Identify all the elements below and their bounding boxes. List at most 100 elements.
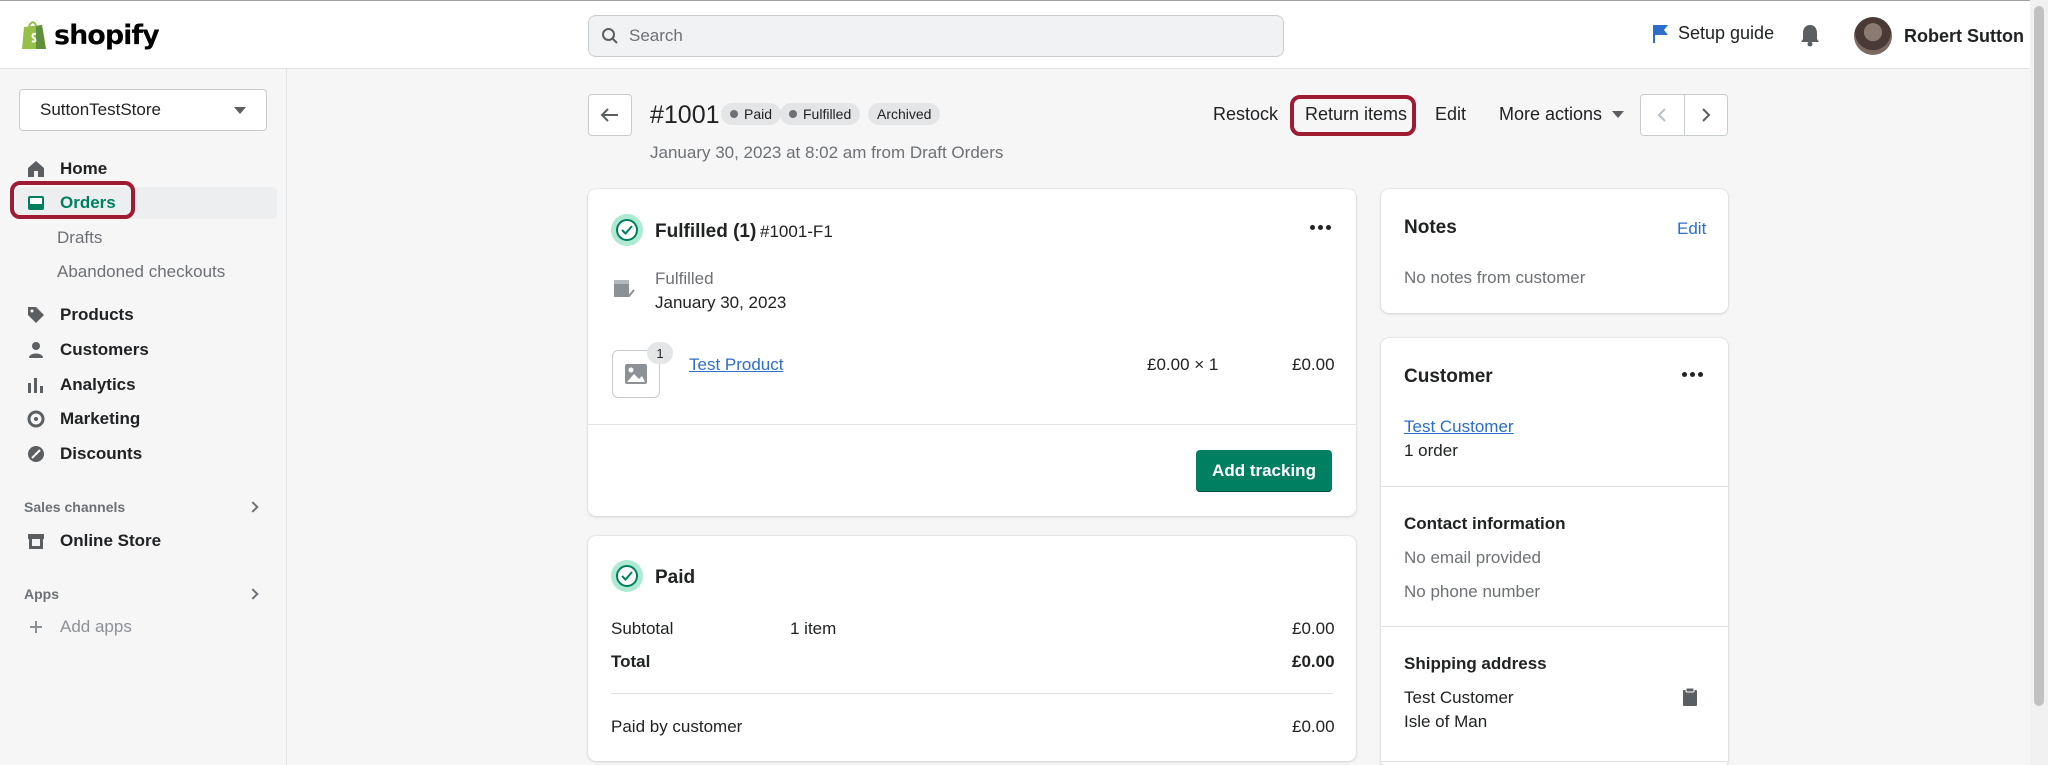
setup-guide-label: Setup guide: [1678, 23, 1775, 43]
customer-card: Customer Test Customer 1 order Contact i…: [1381, 338, 1728, 765]
quantity-badge: 1: [647, 342, 673, 364]
bell-icon: [1801, 25, 1819, 47]
page-title: #1001: [650, 101, 720, 129]
status-badge-paid: Paid: [721, 103, 782, 125]
previous-order-button[interactable]: [1641, 95, 1685, 135]
target-icon: [27, 410, 45, 428]
fulfillment-status-label: Fulfilled: [655, 269, 714, 288]
image-placeholder-icon: [625, 364, 647, 384]
sidebar-item-add-apps[interactable]: Add apps: [16, 611, 277, 643]
divider: [588, 424, 1356, 425]
paid-by-value: £0.00: [1292, 717, 1335, 736]
status-badge-fulfilled: Fulfilled: [780, 103, 861, 125]
dot-icon: [789, 110, 797, 118]
add-tracking-button[interactable]: Add tracking: [1196, 450, 1332, 492]
avatar: [1854, 17, 1892, 55]
clipboard-icon[interactable]: [1682, 687, 1698, 707]
search-bar[interactable]: [588, 15, 1284, 57]
shipping-name: Test Customer: [1404, 688, 1514, 707]
notes-title: Notes: [1404, 217, 1457, 238]
line-item-total: £0.00: [1292, 355, 1335, 374]
sidebar-item-label: Add apps: [60, 617, 132, 636]
subtotal-label: Subtotal: [611, 619, 674, 638]
arrow-left-icon: [600, 108, 618, 122]
order-pager: [1640, 94, 1728, 136]
sidebar-item-label: Online Store: [60, 531, 162, 550]
store-icon: [28, 534, 44, 549]
notes-body: No notes from customer: [1404, 268, 1586, 287]
subtotal-items: 1 item: [790, 619, 837, 638]
badge-label: Archived: [877, 106, 932, 122]
subtotal-value: £0.00: [1292, 619, 1335, 638]
back-button[interactable]: [588, 94, 632, 136]
fulfilled-title: Fulfilled (1): [655, 221, 757, 242]
setup-guide-button[interactable]: Setup guide: [1652, 23, 1774, 44]
check-circle-icon: [611, 214, 643, 246]
flag-icon: [1653, 24, 1668, 43]
search-input[interactable]: [629, 26, 1229, 46]
scrollbar-thumb[interactable]: [2034, 6, 2044, 706]
order-subtitle: January 30, 2023 at 8:02 am from Draft O…: [650, 143, 1004, 162]
divider: [1381, 761, 1728, 762]
paid-card: Paid Subtotal 1 item £0.00 Total £0.00 P…: [588, 536, 1356, 761]
total-label: Total: [611, 652, 651, 671]
apps-heading: Apps: [24, 586, 59, 602]
caret-down-icon: [234, 107, 246, 114]
badge-label: Fulfilled: [803, 106, 852, 122]
sidebar-item-label: Analytics: [60, 375, 136, 394]
more-actions-button[interactable]: More actions: [1499, 104, 1625, 125]
shopify-logo[interactable]: shopify: [20, 19, 160, 51]
customer-title: Customer: [1404, 366, 1493, 387]
person-icon: [29, 342, 43, 358]
sidebar-item-drafts[interactable]: Drafts: [57, 228, 102, 248]
notes-card: Notes Edit No notes from customer: [1381, 189, 1728, 313]
more-actions-label: More actions: [1499, 104, 1603, 124]
next-order-button[interactable]: [1685, 95, 1728, 135]
sidebar-item-customers[interactable]: Customers: [16, 334, 277, 366]
sidebar: SuttonTestStore Home Orders Drafts Aband…: [0, 69, 287, 765]
restock-button[interactable]: Restock: [1213, 104, 1278, 125]
sidebar-item-abandoned-checkouts[interactable]: Abandoned checkouts: [57, 262, 225, 282]
sidebar-item-discounts[interactable]: Discounts: [16, 438, 277, 470]
chevron-left-icon: [1657, 108, 1666, 122]
discount-icon: [28, 446, 44, 462]
dot-icon: [730, 110, 738, 118]
more-horizontal-icon[interactable]: [1310, 225, 1331, 230]
customer-link[interactable]: Test Customer: [1404, 417, 1514, 437]
sidebar-item-online-store[interactable]: Online Store: [16, 525, 277, 557]
edit-order-button[interactable]: Edit: [1435, 104, 1466, 125]
check-circle-icon: [611, 560, 643, 592]
return-items-highlight-annotation: [1290, 95, 1416, 136]
page-scrollbar[interactable]: [2030, 0, 2048, 765]
sidebar-item-products[interactable]: Products: [16, 299, 277, 331]
contact-info-heading: Contact information: [1404, 514, 1566, 533]
chevron-right-icon[interactable]: [247, 501, 259, 513]
store-name: SuttonTestStore: [40, 100, 161, 119]
line-item-unit-price: £0.00 × 1: [1147, 355, 1219, 374]
fulfillment-date: January 30, 2023: [655, 293, 787, 312]
shipping-address-heading: Shipping address: [1404, 654, 1547, 673]
edit-notes-button[interactable]: Edit: [1677, 219, 1706, 239]
product-link[interactable]: Test Product: [689, 355, 784, 375]
sidebar-item-analytics[interactable]: Analytics: [16, 369, 277, 401]
sidebar-item-label: Home: [60, 159, 108, 178]
bar-chart-icon: [28, 378, 43, 393]
user-menu[interactable]: Robert Sutton: [1854, 17, 2024, 55]
badge-label: Paid: [744, 106, 773, 122]
top-bar: shopify Setup guide Robert Sutton: [0, 0, 2030, 69]
sidebar-item-marketing[interactable]: Marketing: [16, 403, 277, 435]
customer-orders-count: 1 order: [1404, 441, 1458, 460]
fulfillment-code: #1001-F1: [760, 222, 833, 241]
divider: [1381, 626, 1728, 627]
contact-phone: No phone number: [1404, 582, 1541, 601]
notifications-button[interactable]: [1799, 23, 1821, 52]
more-horizontal-icon[interactable]: [1682, 372, 1703, 377]
status-badge-archived: Archived: [868, 103, 941, 125]
chevron-right-icon: [1702, 108, 1711, 122]
total-value: £0.00: [1292, 652, 1335, 671]
user-name: Robert Sutton: [1904, 25, 2024, 46]
chevron-right-icon[interactable]: [247, 588, 259, 600]
caret-down-icon: [1612, 111, 1625, 118]
search-icon: [602, 28, 618, 44]
store-selector[interactable]: SuttonTestStore: [19, 89, 267, 131]
